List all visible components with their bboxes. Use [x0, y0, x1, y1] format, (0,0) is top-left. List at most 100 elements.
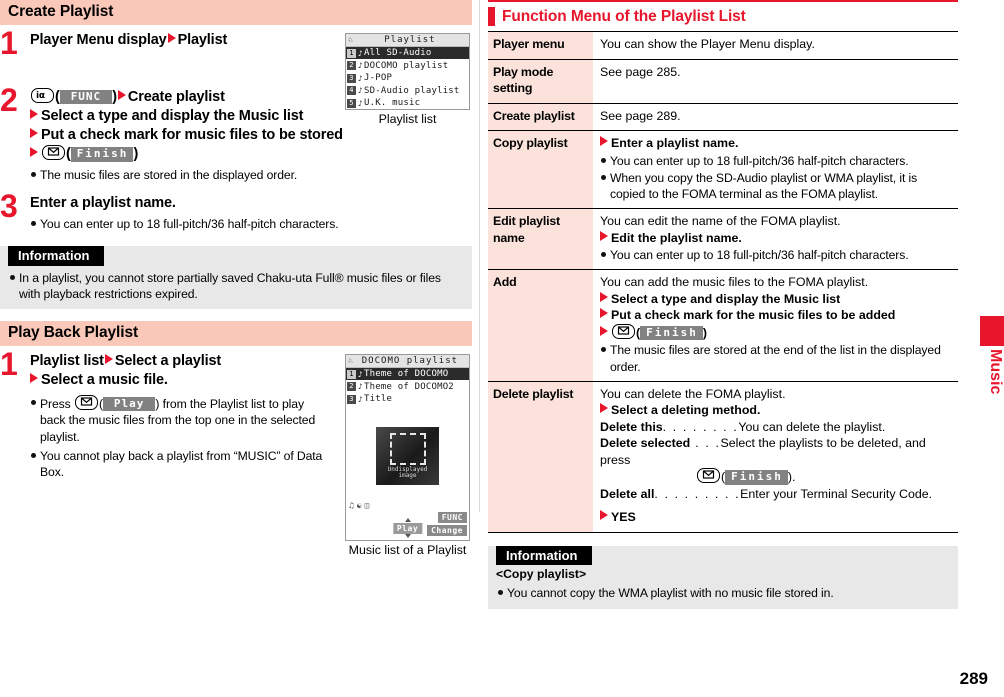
- figure-caption: Music list of a Playlist: [348, 543, 467, 558]
- arrow-right-icon: [30, 372, 38, 383]
- page-number: 289: [959, 669, 988, 688]
- softkey-finish-label: Finish: [640, 325, 703, 341]
- item-label: Theme of DOCOMO2: [364, 381, 454, 392]
- row-step: Enter a playlist name.: [600, 135, 954, 152]
- softkey-finish-label: Finish: [70, 147, 134, 162]
- music-note-icon: ♪: [358, 48, 364, 58]
- hang-tail: .: [792, 470, 796, 485]
- information-bullet: In a playlist, you cannot store partiall…: [9, 270, 462, 302]
- row-value: Enter a playlist name. You can enter up …: [593, 130, 958, 210]
- row-bullet: You can enter up to 18 full-pitch/36 hal…: [600, 153, 954, 169]
- lcd-title-text: Playlist: [384, 34, 436, 45]
- row-text: You can delete the FOMA playlist.: [600, 386, 786, 401]
- row-bullet: When you copy the SD-Audio playlist or W…: [600, 170, 954, 202]
- lcd-list-item: 1 ♪ All SD-Audio: [346, 46, 469, 60]
- item-label: J-POP: [364, 73, 393, 84]
- table-row: Player menu You can show the Player Menu…: [488, 31, 958, 60]
- item-index: 2: [347, 382, 356, 392]
- arrow-right-icon: [600, 136, 608, 146]
- item-label: DOCOMO playlist: [364, 60, 449, 71]
- row-step: Select a deleting method.: [600, 402, 954, 419]
- step-2: 2 iα (FUNC) Create playlist Select a type…: [0, 84, 472, 184]
- row-step-key: (Finish): [600, 323, 954, 342]
- column-divider: [479, 0, 480, 512]
- thumbnail-caption: Undisplayed image: [388, 466, 428, 480]
- arrow-right-icon: [167, 32, 176, 43]
- arrow-right-icon: [600, 325, 608, 336]
- side-tab-label: Music: [987, 349, 1004, 395]
- step-text: Player Menu display: [30, 31, 167, 48]
- battery-icon: ◫: [364, 501, 370, 511]
- row-step-text: Enter a playlist name.: [611, 136, 739, 150]
- row-bullet: The music files are stored at the end of…: [600, 342, 954, 374]
- row-final-step: YES: [600, 509, 954, 526]
- softkey-func: FUNC: [437, 512, 467, 524]
- table-row: Copy playlist Enter a playlist name. You…: [488, 130, 958, 210]
- table-row: Delete playlist You can delete the FOMA …: [488, 381, 958, 533]
- nav-down-icon: [404, 534, 411, 539]
- step-number: 1: [0, 24, 18, 61]
- row-step: Select a type and display the Music list: [600, 291, 954, 308]
- row-text: You can show the Player Menu display.: [600, 37, 815, 51]
- function-menu-table: Player menu You can show the Player Menu…: [488, 31, 958, 533]
- definition-hang-key: (Finish).: [600, 468, 954, 486]
- row-bullet: You can enter up to 18 full-pitch/36 hal…: [600, 247, 954, 263]
- lcd-soft-key-bar: FUNC Change Play: [346, 510, 469, 540]
- information-tag: Information: [8, 246, 104, 266]
- softkey-func-label: FUNC: [59, 89, 113, 105]
- lcd-list-item: 2 ♪ DOCOMO playlist: [346, 59, 469, 72]
- imode-func-key-icon: iα: [31, 87, 54, 103]
- item-index: 3: [347, 394, 356, 404]
- row-step-text: Select a deleting method.: [611, 403, 761, 418]
- svg-text:iα: iα: [36, 91, 45, 100]
- lcd-status-icons: ♫ ☯ ◫: [346, 499, 469, 510]
- row-value: You can show the Player Menu display.: [593, 31, 958, 60]
- step-text: Select a playlist: [114, 352, 222, 369]
- row-value: You can edit the name of the FOMA playli…: [593, 208, 958, 271]
- row-text: See page 285.: [600, 64, 681, 79]
- definition-row: Delete all. . . . . . . . .Enter your Te…: [600, 486, 954, 503]
- left-column: Create Playlist 1 Player Menu display Pla…: [0, 0, 472, 557]
- arrow-right-icon: [30, 147, 38, 158]
- row-step-text: Put a check mark for the music files to …: [611, 308, 896, 323]
- music-note-icon: ♪: [358, 382, 364, 392]
- thumbnail-caption-line2: image: [398, 472, 417, 480]
- table-row: Add You can add the music files to the F…: [488, 269, 958, 382]
- step-3: 3 Enter a playlist name. You can enter u…: [0, 190, 472, 232]
- arrow-right-icon: [117, 89, 126, 100]
- bulb-icon: ☯: [356, 501, 362, 511]
- row-key: Add: [488, 269, 593, 382]
- row-key: Play mode setting: [488, 59, 593, 104]
- softkey-play: Play: [392, 523, 423, 535]
- music-note-icon: ♪: [358, 369, 364, 379]
- nav-up-icon: [404, 518, 411, 523]
- row-key: Player menu: [488, 31, 593, 60]
- row-final-step-text: YES: [611, 510, 636, 525]
- row-text: You can add the music files to the FOMA …: [600, 275, 869, 290]
- row-value: You can delete the FOMA playlist. Select…: [593, 381, 958, 533]
- step-line: (Finish): [30, 145, 472, 164]
- dashed-placeholder-icon: [389, 432, 426, 465]
- mail-key-icon: [697, 468, 720, 484]
- side-tab-block: [980, 316, 1004, 346]
- row-key: Delete playlist: [488, 381, 593, 533]
- manual-page: Create Playlist 1 Player Menu display Pla…: [0, 0, 1004, 697]
- step-number: 3: [0, 187, 18, 224]
- lcd-title-bar: ♘ Playlist: [346, 33, 469, 47]
- definition-dots: . . .: [690, 436, 721, 451]
- step-text: Playlist list: [30, 352, 104, 369]
- row-key: Copy playlist: [488, 130, 593, 210]
- step-line: Select a music file.: [30, 371, 330, 390]
- definition-label: Delete all: [600, 486, 655, 501]
- note-bullet: You can enter up to 18 full-pitch/36 hal…: [30, 216, 472, 232]
- step-line: Enter a playlist name.: [30, 194, 176, 211]
- information-tag: Information: [496, 545, 592, 566]
- item-index: 3: [347, 73, 356, 83]
- information-block-right: Information <Copy playlist> You cannot c…: [488, 545, 958, 609]
- heading-marker: [488, 7, 495, 26]
- item-index: 1: [347, 48, 356, 58]
- lcd-list-item: 3 ♪ J-POP: [346, 72, 469, 85]
- mail-key-icon: [74, 395, 98, 411]
- mail-key-icon: [42, 145, 65, 161]
- item-label: Theme of DOCOMO: [364, 369, 449, 380]
